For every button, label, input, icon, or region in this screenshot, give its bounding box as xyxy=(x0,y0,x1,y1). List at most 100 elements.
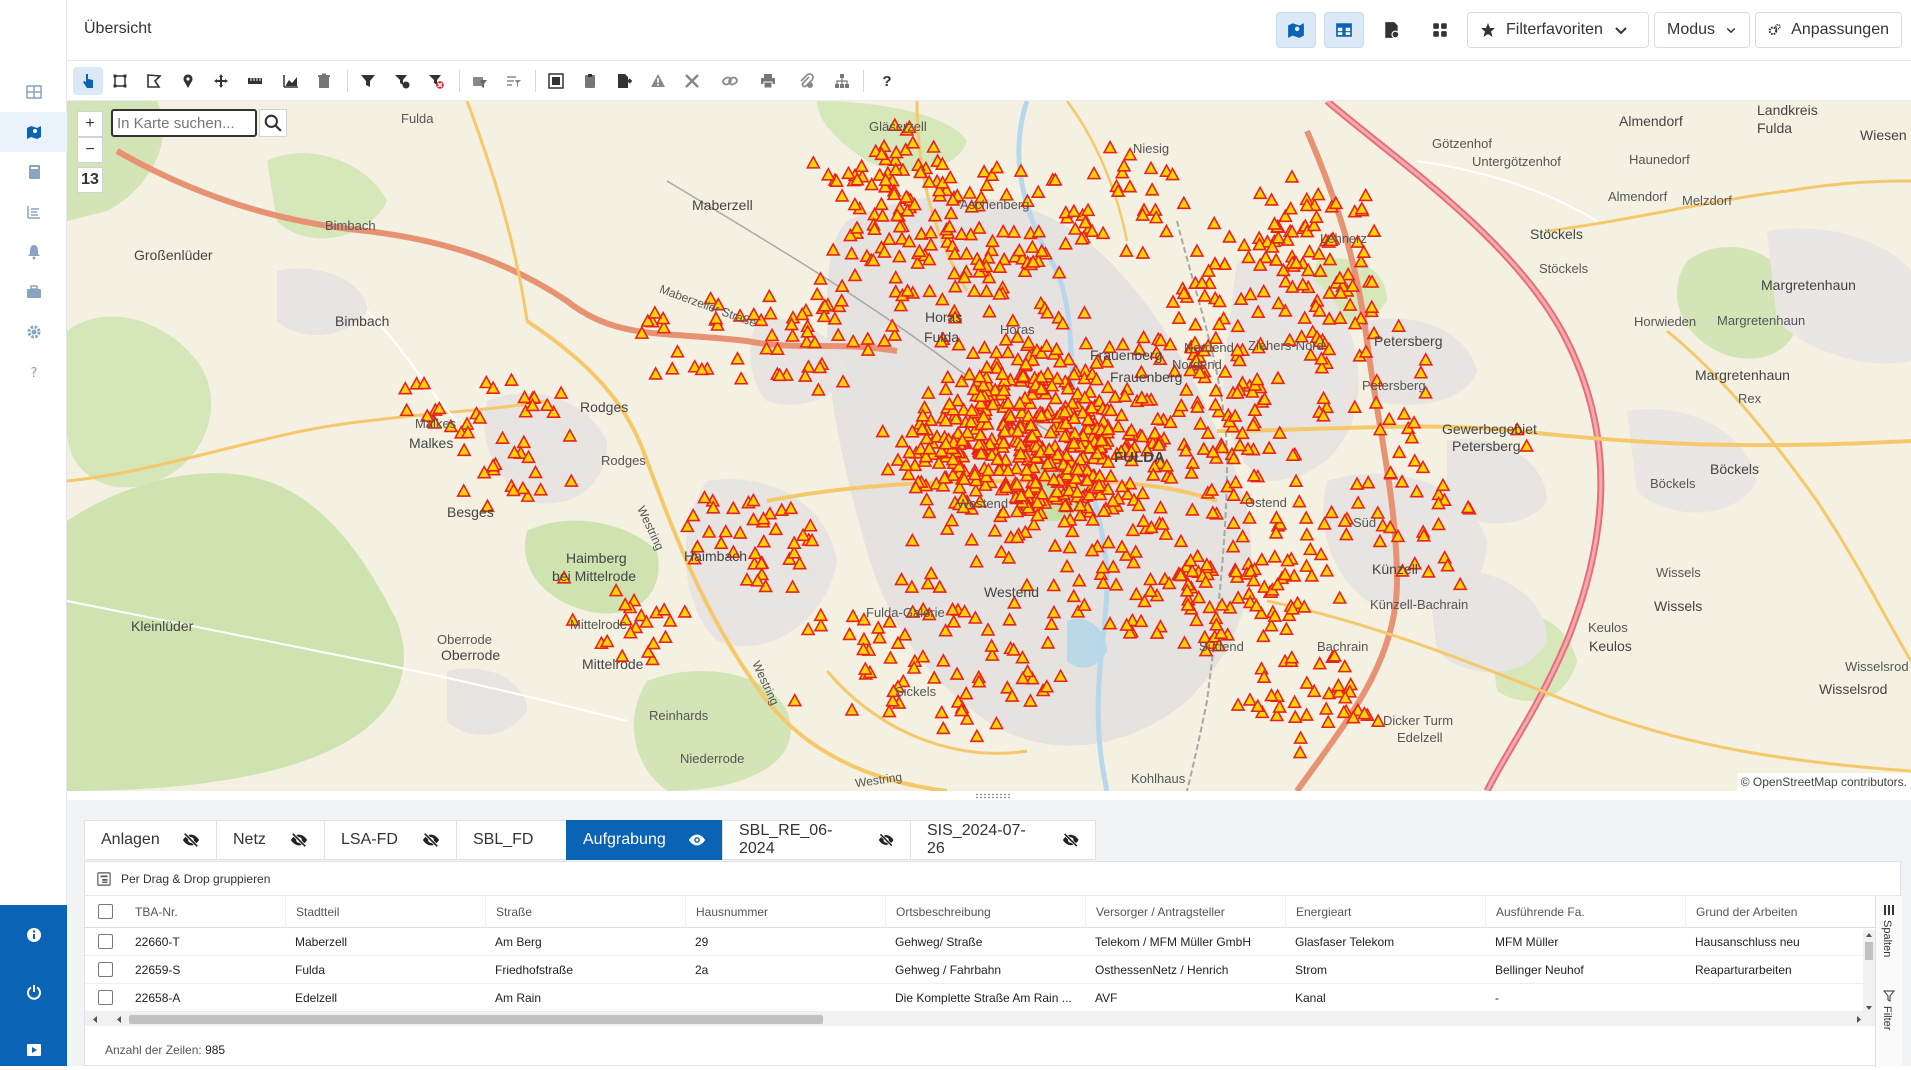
mode-dropdown[interactable]: Modus xyxy=(1654,12,1750,48)
zoom-in-button[interactable]: + xyxy=(77,111,103,137)
tab-lsa-fd[interactable]: LSA-FD xyxy=(324,820,456,860)
zoom-to-extent-button[interactable] xyxy=(541,67,571,95)
zoom-out-button[interactable]: − xyxy=(77,137,103,163)
filter-panel-toggle[interactable]: Filter xyxy=(1881,1006,1893,1030)
map-attribution: © OpenStreetMap contributors. xyxy=(1736,773,1911,791)
tab-sis-2024-07-26[interactable]: SIS_2024-07-26 xyxy=(910,820,1096,860)
map-label: Künzell xyxy=(1372,561,1418,577)
tab-netz[interactable]: Netz xyxy=(216,820,324,860)
map-view-button[interactable] xyxy=(1276,12,1316,48)
row-checkbox[interactable] xyxy=(98,962,113,977)
chart-area-icon xyxy=(283,75,298,88)
table-cell: Hausanschluss neu xyxy=(1695,935,1800,949)
column-header[interactable]: Energieart xyxy=(1285,896,1485,928)
column-header[interactable]: Hausnummer xyxy=(685,896,885,928)
rectangle-select-button[interactable] xyxy=(105,67,135,95)
data-panel: Anlagen Netz LSA-FD SBL_FD Aufgrabung SBL_RE_… xyxy=(67,800,1911,1067)
clear-filter-button[interactable] xyxy=(421,67,451,95)
group-icon xyxy=(97,871,111,886)
sidebar-item-help[interactable]: ? xyxy=(0,352,67,392)
select-tool-button[interactable] xyxy=(73,67,103,95)
map-search-button[interactable] xyxy=(259,109,287,137)
eye-slash-icon[interactable] xyxy=(182,831,200,849)
tiles-view-button[interactable] xyxy=(1420,12,1460,48)
tab-sbl-re-06-2024[interactable]: SBL_RE_06-2024 xyxy=(722,820,910,860)
delete-button[interactable] xyxy=(309,67,339,95)
row-checkbox[interactable] xyxy=(98,934,113,949)
sidebar-item-notifications[interactable] xyxy=(0,232,67,272)
details-view-button[interactable] xyxy=(1372,12,1412,48)
filter-favorites-dropdown[interactable]: Filterfavoriten xyxy=(1467,12,1649,48)
tools-button[interactable] xyxy=(677,67,707,95)
table-view-button[interactable] xyxy=(1324,12,1364,48)
warning-button[interactable] xyxy=(643,67,673,95)
tab-anlagen[interactable]: Anlagen xyxy=(84,820,216,860)
column-header[interactable]: Versorger / Antragsteller xyxy=(1085,896,1285,928)
sidebar-item-list[interactable] xyxy=(0,192,67,232)
eye-slash-icon[interactable] xyxy=(1062,831,1079,849)
tab-aufgrabung[interactable]: Aufgrabung xyxy=(566,820,722,860)
column-header[interactable]: Straße xyxy=(485,896,685,928)
map-label: Melzdorf xyxy=(1682,193,1732,208)
attachment-button[interactable] xyxy=(791,67,821,95)
sidebar-item-map[interactable] xyxy=(0,112,67,152)
columns-panel-toggle[interactable]: Spalten xyxy=(1881,920,1893,957)
table-row[interactable]: 22660-T Maberzell Am Berg 29 Gehweg/ Straße T… xyxy=(85,928,1875,956)
list-filter-button[interactable] xyxy=(499,67,529,95)
column-header[interactable]: TBA-Nr. xyxy=(125,896,285,928)
link-button[interactable] xyxy=(715,67,745,95)
tab-sbl-fd[interactable]: SBL_FD xyxy=(456,820,566,860)
vertical-scrollbar[interactable] xyxy=(1863,930,1875,1014)
table-cell: 22658-A xyxy=(135,991,181,1005)
filter-by-selection-button[interactable] xyxy=(387,67,417,95)
eye-slash-icon[interactable] xyxy=(290,831,308,849)
resize-handle[interactable] xyxy=(975,793,1011,799)
export-button[interactable] xyxy=(609,67,639,95)
search-icon xyxy=(264,114,282,132)
place-marker-button[interactable] xyxy=(173,67,203,95)
column-header[interactable]: Grund der Arbeiten xyxy=(1685,896,1863,928)
eye-icon[interactable] xyxy=(688,831,706,849)
map-icon xyxy=(1288,23,1304,38)
map-label: Westend xyxy=(984,584,1039,600)
print-button[interactable] xyxy=(753,67,783,95)
area-chart-button[interactable] xyxy=(276,67,306,95)
map-label: Keulos xyxy=(1588,620,1628,635)
sidebar-item-book[interactable] xyxy=(0,152,67,192)
map-label: Wisselsrod xyxy=(1819,681,1888,697)
tiles-icon xyxy=(1433,23,1447,37)
map-search-input[interactable] xyxy=(111,109,257,137)
customize-button[interactable]: Anpassungen xyxy=(1755,12,1902,48)
help-button[interactable]: ? xyxy=(872,67,902,95)
move-tool-button[interactable] xyxy=(206,67,236,95)
select-all-checkbox[interactable] xyxy=(98,904,113,919)
video-button[interactable] xyxy=(0,1030,67,1070)
horizontal-scrollbar[interactable] xyxy=(85,1012,1875,1026)
sidebar-item-settings[interactable] xyxy=(0,312,67,352)
map-label: Petersberg xyxy=(1374,333,1443,349)
column-header[interactable]: Ausführende Fa. xyxy=(1485,896,1685,928)
logout-button[interactable] xyxy=(0,972,67,1012)
column-header[interactable]: Stadtteil xyxy=(285,896,485,928)
hierarchy-button[interactable] xyxy=(827,67,857,95)
table-row[interactable]: 22658-A Edelzell Am Rain Die Komplette Stra… xyxy=(85,984,1875,1012)
eye-slash-icon[interactable] xyxy=(878,831,894,849)
eye-slash-icon[interactable] xyxy=(422,831,440,849)
horizontal-scroll-thumb[interactable] xyxy=(129,1015,823,1024)
map-label: Haunedorf xyxy=(1629,152,1690,167)
file-export-icon xyxy=(618,74,632,88)
clipboard-button[interactable] xyxy=(575,67,605,95)
measure-tool-button[interactable] xyxy=(240,67,270,95)
map-label: Almendorf xyxy=(1619,113,1683,129)
sidebar-item-toolbox[interactable] xyxy=(0,272,67,312)
sidebar-item-dashboard[interactable] xyxy=(0,72,67,112)
polygon-select-button[interactable] xyxy=(139,67,169,95)
map-view[interactable]: Fulda Bimbach Großenlüder Bimbach Maberz… xyxy=(67,101,1911,791)
info-button[interactable] xyxy=(0,915,67,955)
row-checkbox[interactable] xyxy=(98,990,113,1005)
group-bar[interactable]: Per Drag & Drop gruppieren xyxy=(85,862,1902,896)
filter-button[interactable] xyxy=(353,67,383,95)
column-header[interactable]: Ortsbeschreibung xyxy=(885,896,1085,928)
layer-filter-button[interactable] xyxy=(465,67,495,95)
table-row[interactable]: 22659-S Fulda Friedhofstraße 2a Gehweg / Fah… xyxy=(85,956,1875,984)
